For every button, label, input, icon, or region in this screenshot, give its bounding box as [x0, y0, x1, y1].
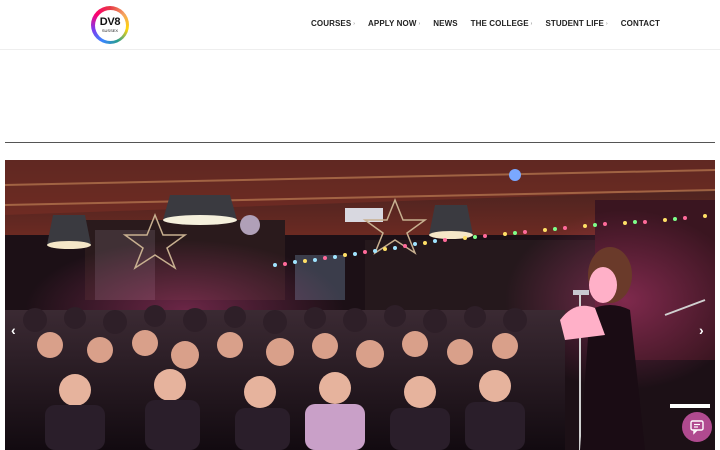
- nav-item-courses[interactable]: COURSES ›: [311, 19, 355, 28]
- logo-text: DV8: [99, 16, 121, 28]
- nav-item-the-college[interactable]: THE COLLEGE ›: [471, 19, 533, 28]
- chevron-left-icon[interactable]: ‹: [11, 322, 16, 338]
- section-divider: [5, 142, 715, 143]
- nav-item-news[interactable]: NEWS: [433, 19, 457, 28]
- logo-subtext: SUSSEX: [101, 28, 119, 33]
- hero-slider-image: [5, 160, 715, 450]
- chevron-down-icon: ›: [353, 20, 356, 27]
- nav-item-student-life[interactable]: STUDENT LIFE ›: [545, 19, 607, 28]
- nav-item-contact[interactable]: CONTACT: [621, 19, 660, 28]
- chevron-down-icon: ›: [530, 20, 533, 27]
- concert-photo: [5, 160, 715, 450]
- chat-bubble-icon: [690, 420, 704, 435]
- main-nav: COURSES › APPLY NOW › NEWS THE COLLEGE › ST…: [311, 19, 673, 28]
- chat-button[interactable]: [682, 412, 712, 442]
- chevron-down-icon: ›: [418, 20, 421, 27]
- chevron-down-icon: ›: [605, 20, 608, 27]
- chevron-right-icon[interactable]: ›: [699, 322, 704, 338]
- site-header: DV8 SUSSEX COURSES › APPLY NOW › NEWS THE …: [0, 0, 720, 50]
- nav-item-apply-now[interactable]: APPLY NOW ›: [368, 19, 420, 28]
- slide-indicator[interactable]: [670, 404, 710, 408]
- logo[interactable]: DV8 SUSSEX: [91, 6, 129, 44]
